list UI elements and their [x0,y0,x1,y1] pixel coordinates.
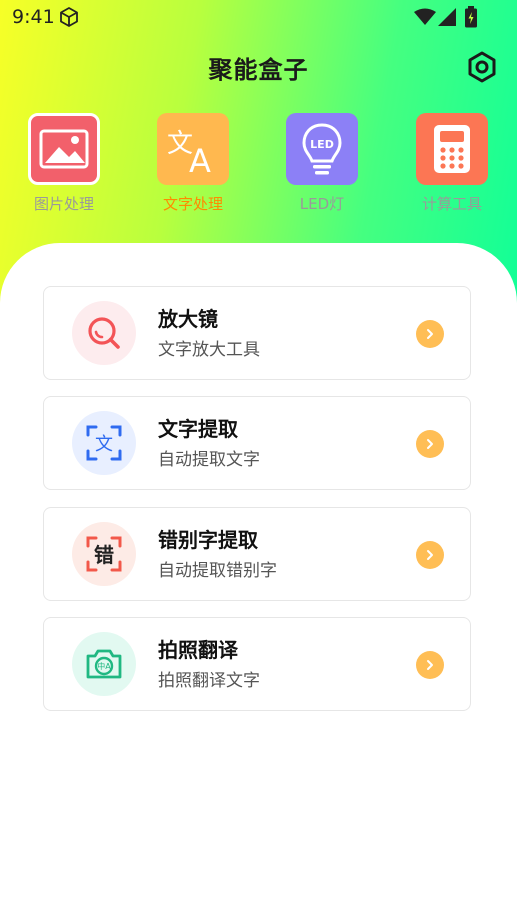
translate-icon: 文 A [157,113,229,185]
signal-icon [438,8,456,30]
chevron-right-icon[interactable] [416,320,444,348]
feature-card-magnifier[interactable]: 放大镜 文字放大工具 [43,286,471,380]
image-icon [28,113,100,185]
settings-hexagon-icon [468,51,496,83]
tab-label: 图片处理 [33,195,94,213]
settings-button[interactable] [465,50,499,84]
card-title: 错别字提取 [158,528,258,552]
battery-icon [464,6,478,32]
typo-icon-text: 错 [94,543,114,567]
svg-text:A: A [189,142,211,174]
typo-scan-icon: 错 [72,522,136,586]
card-subtitle: 拍照翻译文字 [158,671,260,691]
magnifier-icon [72,301,136,365]
chevron-right-icon[interactable] [416,541,444,569]
chevron-right-icon[interactable] [416,430,444,458]
feature-card-photo-translate[interactable]: 中A 拍照翻译 拍照翻译文字 [43,617,471,711]
tab-text-processing[interactable]: 文 A 文字处理 [148,113,238,214]
tab-label: LED灯 [299,195,345,213]
scan-icon-text: 文 [95,434,113,455]
card-title: 文字提取 [158,417,238,441]
status-bar: 9:41 [0,0,517,36]
wifi-icon [414,8,436,30]
tab-label: 计算工具 [421,195,482,213]
status-time: 9:41 [12,6,55,28]
chevron-right-icon[interactable] [416,651,444,679]
feature-card-typo-extraction[interactable]: 错 错别字提取 自动提取错别字 [43,507,471,601]
text-scan-icon: 文 [72,411,136,475]
app-title: 聚能盒子 [208,56,309,84]
camera-icon-text: 中A [97,661,111,671]
camera-translate-icon: 中A [72,632,136,696]
tab-image-processing[interactable]: 图片处理 [19,113,109,214]
feature-card-text-extraction[interactable]: 文 文字提取 自动提取文字 [43,396,471,490]
calculator-icon [416,113,488,185]
card-subtitle: 自动提取错别字 [158,561,277,581]
led-icon-text: LED [310,138,334,151]
card-subtitle: 自动提取文字 [158,450,260,470]
tab-label: 文字处理 [162,195,223,213]
card-title: 拍照翻译 [158,638,238,662]
card-subtitle: 文字放大工具 [158,340,260,360]
tab-led-light[interactable]: LED LED灯 [277,113,367,214]
card-title: 放大镜 [158,307,218,331]
led-bulb-icon: LED [286,113,358,185]
cube-icon [58,6,80,32]
tab-calculator-tools[interactable]: 计算工具 [407,113,497,214]
